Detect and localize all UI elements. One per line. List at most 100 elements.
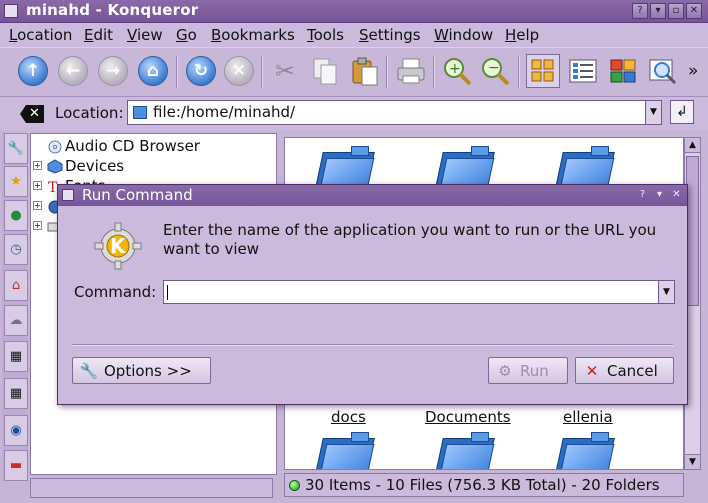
location-value: file:/home/minahd/	[153, 103, 296, 121]
close-window-button[interactable]: ✕	[686, 3, 702, 19]
location-input[interactable]: file:/home/minahd/ ▼	[127, 100, 662, 125]
back-arrow-icon: ←	[58, 56, 88, 86]
zoom-in-button[interactable]: +	[440, 54, 474, 88]
multi-column-button[interactable]	[606, 54, 640, 88]
location-label: Location:	[55, 104, 124, 122]
paste-icon	[352, 57, 378, 86]
sidebar-tab-configure[interactable]: 🔧	[4, 133, 28, 164]
root-folder-icon: ▦	[9, 386, 23, 401]
dialog-close-button[interactable]: ✕	[670, 189, 683, 202]
sidebar-tab-home[interactable]: ⌂	[4, 270, 28, 301]
expand-icon[interactable]: +	[33, 201, 42, 210]
menu-view[interactable]: View	[127, 26, 163, 44]
window-titlebar[interactable]: minahd - Konqueror ? ▾ ▫ ✕	[0, 0, 708, 23]
preview-icon	[649, 59, 677, 85]
forward-button[interactable]: →	[96, 54, 130, 88]
cut-button[interactable]: ✂	[268, 54, 302, 88]
sidebar-tab-root[interactable]: ▦	[4, 378, 28, 409]
sidebar-tab-history[interactable]: ◷	[4, 234, 28, 265]
reload-icon: ↻	[186, 56, 216, 86]
menu-tools[interactable]: Tools	[307, 26, 344, 44]
menu-help[interactable]: Help	[505, 26, 539, 44]
options-button-label: Options >>	[104, 361, 192, 380]
file-label-documents[interactable]: Documents	[425, 408, 511, 426]
tree-item-label: Devices	[65, 157, 125, 175]
konqueror-app-icon[interactable]	[4, 4, 18, 18]
zoom-in-icon: +	[444, 58, 472, 86]
menu-settings[interactable]: Settings	[359, 26, 421, 44]
stop-icon: ✕	[224, 56, 254, 86]
dialog-titlebar[interactable]: Run Command ? ▾ ✕	[58, 185, 687, 206]
home-button[interactable]: ⌂	[136, 54, 170, 88]
star-icon: ★	[10, 174, 22, 189]
up-button[interactable]: ↑	[16, 54, 50, 88]
scroll-up-icon[interactable]: ▲	[685, 138, 700, 153]
sidebar-tab-services[interactable]: ▦	[4, 341, 28, 372]
file-label-ellenia[interactable]: ellenia	[563, 408, 613, 426]
zoom-out-button[interactable]: −	[478, 54, 512, 88]
menubar: Location Edit View Go Bookmarks Tools Se…	[0, 23, 708, 47]
dialog-message: Enter the name of the application you wa…	[163, 221, 657, 258]
menu-location[interactable]: Location	[9, 26, 72, 44]
location-dropdown-arrow-icon[interactable]: ▼	[645, 101, 661, 124]
command-input[interactable]: ▼	[163, 280, 675, 304]
file-label-docs[interactable]: docs	[331, 408, 366, 426]
clock-icon: ◷	[10, 242, 22, 257]
folder-icon[interactable]	[553, 430, 615, 469]
dialog-minimize-button[interactable]: ▾	[653, 189, 666, 202]
cancel-x-icon: ✕	[585, 361, 599, 380]
forward-arrow-icon: →	[98, 56, 128, 86]
services-icon: ▦	[9, 349, 23, 364]
scroll-down-icon[interactable]: ▼	[685, 454, 700, 469]
dialog-help-button[interactable]: ?	[636, 189, 649, 202]
maximize-window-button[interactable]: ▫	[668, 3, 684, 19]
devices-icon	[47, 159, 63, 174]
print-button[interactable]	[394, 54, 428, 88]
sidebar-tab-trash[interactable]: ▬	[4, 450, 28, 481]
run-gear-icon: ⚙	[498, 361, 512, 380]
stop-button[interactable]: ✕	[222, 54, 256, 88]
print-icon	[397, 58, 425, 84]
sidebar-tab-network[interactable]: ☁	[4, 305, 28, 336]
preview-button[interactable]	[646, 54, 680, 88]
menu-edit[interactable]: Edit	[84, 26, 113, 44]
toolbar-separator	[261, 56, 263, 88]
paste-button[interactable]	[348, 54, 382, 88]
menu-bookmarks[interactable]: Bookmarks	[211, 26, 295, 44]
minimize-window-button[interactable]: ▾	[650, 3, 666, 19]
command-history-dropdown-icon[interactable]: ▼	[658, 281, 674, 303]
expand-icon[interactable]: +	[33, 161, 42, 170]
dialog-app-icon[interactable]	[62, 189, 74, 201]
expand-icon[interactable]: +	[33, 221, 42, 230]
cancel-button[interactable]: ✕ Cancel	[575, 357, 674, 384]
folder-icon[interactable]	[433, 430, 495, 469]
toolbar-separator	[386, 56, 388, 88]
network-icon: ☁	[9, 313, 23, 328]
back-button[interactable]: ←	[56, 54, 90, 88]
toolbar-overflow-button[interactable]: »	[688, 61, 698, 81]
folder-icon	[133, 106, 147, 119]
kde-gear-logo-icon: K	[94, 222, 142, 270]
menu-go[interactable]: Go	[176, 26, 197, 44]
sidebar-tab-web[interactable]: ◉	[4, 415, 28, 446]
expand-icon[interactable]: +	[33, 181, 42, 190]
copy-button[interactable]	[308, 54, 342, 88]
options-button[interactable]: 🔧 Options >>	[72, 357, 211, 384]
sidebar-tab-devices[interactable]: ●	[4, 200, 28, 231]
tree-item-audio-cd[interactable]: Audio CD Browser	[31, 137, 271, 157]
run-button[interactable]: ⚙ Run	[488, 357, 568, 384]
tree-item-devices[interactable]: + Devices	[31, 157, 271, 177]
reload-button[interactable]: ↻	[184, 54, 218, 88]
folder-icon[interactable]	[313, 430, 375, 469]
home-icon: ⌂	[138, 56, 168, 86]
window-title: minahd - Konqueror	[26, 1, 199, 19]
detail-view-button[interactable]	[566, 54, 600, 88]
help-window-button[interactable]: ?	[632, 3, 648, 19]
status-text: 30 Items - 10 Files (756.3 KB Total) - 2…	[305, 476, 660, 494]
icon-view-button[interactable]	[526, 54, 560, 88]
menu-window[interactable]: Window	[434, 26, 493, 44]
sidebar-tab-bookmarks[interactable]: ★	[4, 166, 28, 197]
toolbar-separator	[433, 56, 435, 88]
go-button[interactable]: ↲	[670, 100, 694, 124]
sidebar-tab-strip: 🔧 ★ ● ◷ ⌂ ☁ ▦ ▦ ◉ ▬	[2, 133, 28, 481]
